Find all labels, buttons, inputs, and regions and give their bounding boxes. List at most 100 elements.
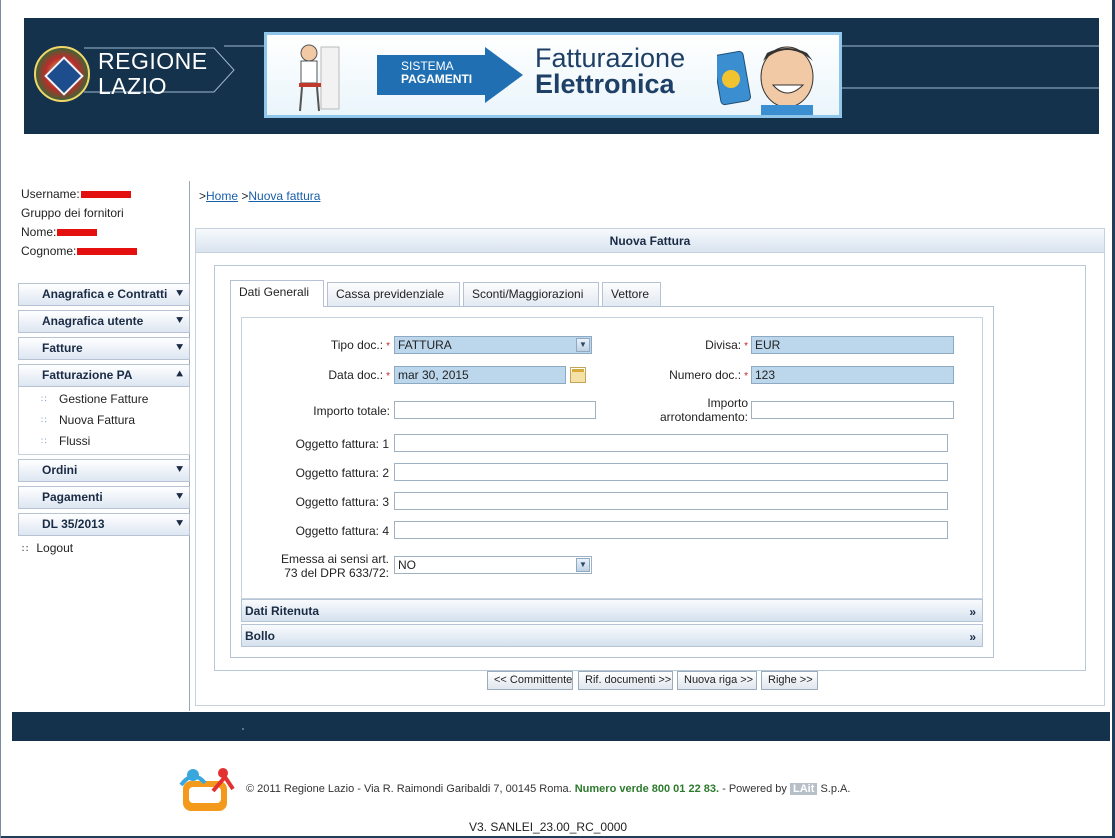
submenu-item-flussi[interactable]: ∷ Flussi (19, 431, 189, 452)
label-text: Tipo doc.: (330, 338, 384, 352)
user-group: Gruppo dei fornitori (21, 206, 124, 220)
label-line-2: 73 del DPR 633/72: (284, 566, 389, 580)
menu-item-fatturazione-pa[interactable]: Fatturazione PA ⯅ (18, 364, 190, 387)
breadcrumb-separator: > (199, 189, 207, 203)
committente-button[interactable]: << Committente (487, 671, 573, 690)
section-label: Dati Ritenuta (245, 604, 320, 618)
required-asterisk: * (386, 341, 390, 352)
bullet-icon: ∷ (41, 415, 47, 425)
importo-arrotondamento-input[interactable] (751, 401, 954, 419)
menu-label: Anagrafica e Contratti (42, 287, 168, 301)
emessa-select[interactable]: NO ▼ (394, 556, 592, 574)
menu-item-pagamenti[interactable]: Pagamenti ⯆ (18, 486, 190, 509)
menu-item-fatture[interactable]: Fatture ⯆ (18, 337, 190, 360)
logout-label: Logout (36, 541, 74, 555)
banner-sistema: SISTEMA (401, 59, 454, 73)
smiling-man-tablet-illustration-icon (717, 46, 814, 115)
menu-label: Pagamenti (42, 490, 103, 504)
panel-title: Nuova Fattura (196, 229, 1104, 253)
righe-button[interactable]: Righe >> (761, 671, 818, 690)
breadcrumb-nuova-fattura-link[interactable]: Nuova fattura (248, 189, 320, 203)
oggetto-fattura-3-input[interactable] (394, 492, 948, 510)
data-doc-input[interactable]: mar 30, 2015 (394, 366, 566, 384)
menu-item-ordini[interactable]: Ordini ⯆ (18, 459, 190, 482)
oggetto-fattura-2-input[interactable] (394, 463, 948, 481)
tab-sconti-maggiorazioni[interactable]: Sconti/Maggiorazioni (463, 282, 599, 306)
sistema-pagamenti-label: SISTEMA PAGAMENTI (401, 60, 472, 86)
tab-cassa-previdenziale[interactable]: Cassa previdenziale (327, 282, 460, 306)
label-line-1: Emessa ai sensi art. (280, 552, 389, 566)
calendar-icon[interactable] (570, 367, 586, 383)
version-label: V3. SANLEI_23.00_RC_0000 (469, 820, 628, 834)
regione-lazio-emblem-icon (34, 46, 90, 102)
numero-doc-label: Numero doc.: * (642, 368, 748, 382)
required-asterisk: * (386, 371, 390, 382)
dati-generali-form: Tipo doc.: * FATTURA ▼ Divisa: * EUR Data … (241, 317, 983, 599)
page-border (0, 0, 1, 838)
username-row: Username: (21, 185, 137, 204)
menu-item-anagrafica-contratti[interactable]: Anagrafica e Contratti ⯆ (18, 283, 190, 306)
label-text: Data doc.: (328, 368, 384, 382)
fatturazione-banner: SISTEMA PAGAMENTI Fatturazione Elettroni… (264, 32, 842, 118)
submenu-item-nuova-fattura[interactable]: ∷ Nuova Fattura (19, 410, 189, 431)
breadcrumb-home-link[interactable]: Home (206, 189, 238, 203)
menu-label: Fatture (42, 341, 83, 355)
bullet-icon: ∷ (22, 544, 29, 555)
bullet-icon: ∷ (41, 436, 47, 446)
numero-doc-input[interactable]: 123 (751, 366, 954, 384)
tab-dati-generali[interactable]: Dati Generali (230, 280, 324, 307)
required-asterisk: * (744, 371, 748, 382)
importo-totale-input[interactable] (394, 401, 596, 419)
tab-vettore[interactable]: Vettore (602, 282, 661, 306)
divisa-label: Divisa: * (642, 338, 748, 352)
chevron-down-icon: ▼ (576, 338, 590, 352)
rif-documenti-button[interactable]: Rif. documenti >> (578, 671, 673, 690)
nome-row: Nome: (21, 223, 137, 242)
cognome-row: Cognome: (21, 242, 138, 261)
powered-by: - Powered by (722, 783, 787, 795)
submenu-label: Gestione Fatture (59, 392, 149, 406)
regione-lazio-footer-logo-icon (179, 768, 235, 811)
emessa-label: Emessa ai sensi art. 73 del DPR 633/72: (252, 552, 389, 580)
regione-lazio-logo-text: REGIONE LAZIO (98, 49, 208, 99)
tipo-doc-select[interactable]: FATTURA ▼ (394, 336, 592, 354)
menu-label: DL 35/2013 (42, 517, 105, 531)
submenu-item-gestione-fatture[interactable]: ∷ Gestione Fatture (19, 389, 189, 410)
submenu-label: Flussi (59, 434, 91, 448)
chevron-down-icon: ⯆ (175, 491, 184, 503)
fatturazione-pa-submenu: ∷ Gestione Fatture ∷ Nuova Fattura ∷ Flussi (18, 387, 190, 455)
oggetto-fattura-3-label: Oggetto fattura: 3 (295, 495, 389, 509)
menu-item-dl-35-2013[interactable]: DL 35/2013 ⯆ (18, 513, 190, 536)
footer-bar (12, 712, 1110, 741)
nuova-fattura-panel: Nuova Fattura Dati Generali Cassa previd… (195, 228, 1105, 706)
chevron-down-icon: ▼ (576, 558, 590, 572)
sidebar-menu: Anagrafica e Contratti ⯆ Anagrafica uten… (18, 283, 190, 540)
bollo-section[interactable]: Bollo » (241, 624, 983, 647)
tab-dati-generali-content: Tipo doc.: * FATTURA ▼ Divisa: * EUR Data … (230, 306, 994, 658)
menu-item-anagrafica-utente[interactable]: Anagrafica utente ⯆ (18, 310, 190, 333)
oggetto-fattura-1-input[interactable] (394, 434, 948, 452)
redacted-cognome (77, 248, 138, 256)
label-text: Divisa: (705, 338, 742, 352)
cognome-label: Cognome: (21, 244, 77, 258)
chevron-down-icon: ⯆ (175, 518, 184, 530)
lait-logo: LAit (789, 783, 818, 795)
expand-icon: » (969, 630, 976, 644)
username-label: Username: (21, 187, 80, 201)
importo-arrotondamento-label: Importo arrotondamento: (642, 396, 748, 424)
submenu-label: Nuova Fattura (59, 413, 136, 427)
logout-link[interactable]: ∷ Logout (22, 541, 73, 555)
nuova-riga-button[interactable]: Nuova riga >> (677, 671, 757, 690)
divisa-input[interactable]: EUR (751, 336, 954, 354)
site-header: REGIONE LAZIO SISTEMA PAGAMENTI Fatturaz… (24, 18, 1099, 134)
dati-ritenuta-section[interactable]: Dati Ritenuta » (241, 599, 983, 622)
oggetto-fattura-4-input[interactable] (394, 521, 948, 539)
footer-copyright: © 2011 Regione Lazio - Via R. Raimondi G… (246, 783, 850, 795)
expand-icon: » (969, 605, 976, 619)
numero-verde: Numero verde 800 01 22 83. (574, 783, 720, 795)
select-value: FATTURA (398, 338, 452, 352)
invoice-form-container: Dati Generali Cassa previdenziale Sconti… (214, 265, 1086, 671)
bullet-icon: ∷ (41, 394, 47, 404)
data-doc-label: Data doc.: * (282, 368, 390, 382)
oggetto-fattura-4-label: Oggetto fattura: 4 (295, 524, 389, 538)
